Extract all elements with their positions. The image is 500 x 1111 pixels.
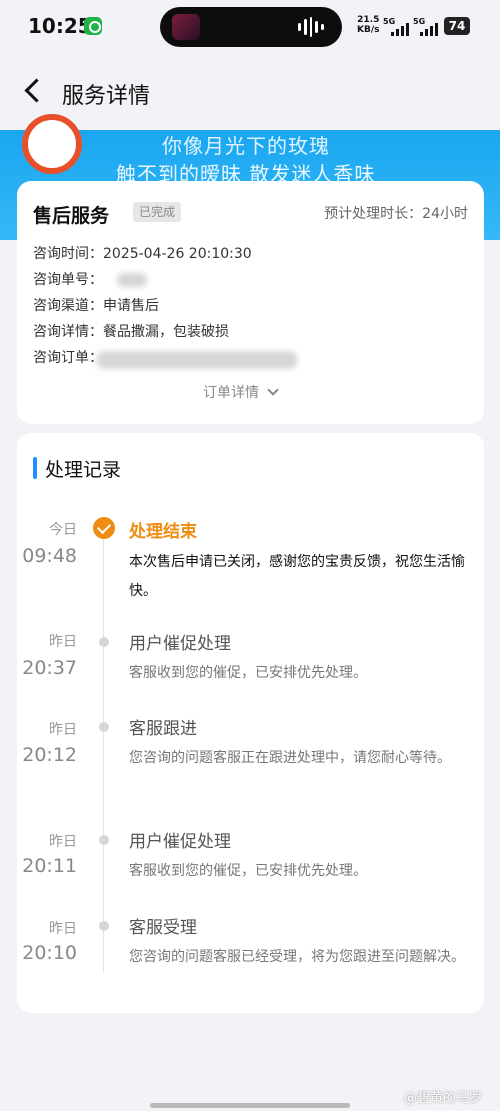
records-title: 处理记录 (45, 458, 122, 481)
timeline-dot (99, 637, 109, 647)
network-speed: 21.5 KB/s (357, 15, 380, 35)
battery-icon: 74 (444, 17, 470, 35)
top-nav: 服务详情 (0, 54, 500, 130)
records-card: 处理记录 今日 09:48 处理结束 本次售后申请已关闭，感谢您的宝贵反馈，祝您… (17, 433, 484, 1013)
entry-title: 客服受理 (129, 918, 197, 938)
timeline-dot (99, 722, 109, 732)
entry-day: 昨日 (49, 921, 77, 937)
entry-time: 20:12 (22, 744, 77, 766)
entry-desc: 客服收到您的催促，已安排优先处理。 (129, 863, 367, 879)
entry-day: 昨日 (49, 834, 77, 850)
entry-day: 昨日 (49, 722, 77, 738)
entry-desc: 您咨询的问题客服正在跟进处理中，请您耐心等待。 (129, 750, 451, 766)
status-bar: 10:25 21.5 KB/s 5G 5G 74 (0, 0, 500, 54)
entry-day: 今日 (49, 522, 77, 538)
banner-avatar (22, 114, 82, 174)
entry-title: 用户催促处理 (129, 832, 231, 852)
timeline-line (103, 533, 104, 973)
banner-line-1: 你像月光下的玫瑰 (162, 134, 330, 158)
redacted-order (97, 351, 297, 369)
entry-day: 昨日 (49, 634, 77, 650)
service-title: 售后服务 (33, 205, 110, 227)
timeline-dot (99, 921, 109, 931)
entry-title: 处理结束 (129, 522, 197, 542)
info-row-detail: 咨询详情：餐品撒漏，包装破损 (33, 324, 229, 340)
back-icon[interactable] (20, 76, 50, 106)
info-row-time: 咨询时间：2025-04-26 20:10:30 (33, 246, 252, 262)
watermark: @碧黄的马罗 (403, 1091, 482, 1106)
clock: 10:25 (28, 14, 92, 38)
home-indicator[interactable] (150, 1103, 350, 1108)
entry-desc: 本次售后申请已关闭，感谢您的宝贵反馈，祝您生活愉快。 (129, 554, 465, 599)
dynamic-island[interactable] (160, 7, 342, 47)
status-badge: 已完成 (133, 202, 182, 222)
media-thumbnail (172, 14, 200, 40)
audio-wave-icon (298, 17, 324, 37)
check-circle-icon (93, 517, 115, 539)
service-card: 售后服务 已完成 预计处理时长：24小时 咨询时间：2025-04-26 20:… (17, 181, 484, 424)
info-row-order: 咨询订单： (33, 350, 103, 366)
info-row-ticket: 咨询单号： (33, 272, 103, 288)
entry-title: 用户催促处理 (129, 634, 231, 654)
entry-title: 客服跟进 (129, 719, 197, 739)
entry-time: 20:10 (22, 942, 77, 964)
signal-bars-1-icon (391, 22, 409, 36)
section-marker (33, 457, 37, 479)
app-notification-icon (84, 17, 102, 35)
info-row-channel: 咨询渠道：申请售后 (33, 298, 159, 314)
page-title: 服务详情 (62, 84, 151, 109)
processing-eta: 预计处理时长：24小时 (324, 206, 468, 222)
chevron-down-icon (267, 384, 279, 396)
entry-time: 20:37 (22, 657, 77, 679)
entry-desc: 客服收到您的催促，已安排优先处理。 (129, 665, 367, 681)
timeline-dot (99, 835, 109, 845)
order-details-link[interactable]: 订单详情 (203, 382, 279, 402)
records-header: 处理记录 (33, 456, 122, 481)
entry-time: 20:11 (22, 855, 77, 877)
entry-time: 09:48 (22, 545, 77, 567)
entry-desc: 您咨询的问题客服已经受理，将为您跟进至问题解决。 (129, 949, 465, 965)
redacted-ticket (117, 273, 147, 287)
signal-bars-2-icon (420, 22, 438, 36)
